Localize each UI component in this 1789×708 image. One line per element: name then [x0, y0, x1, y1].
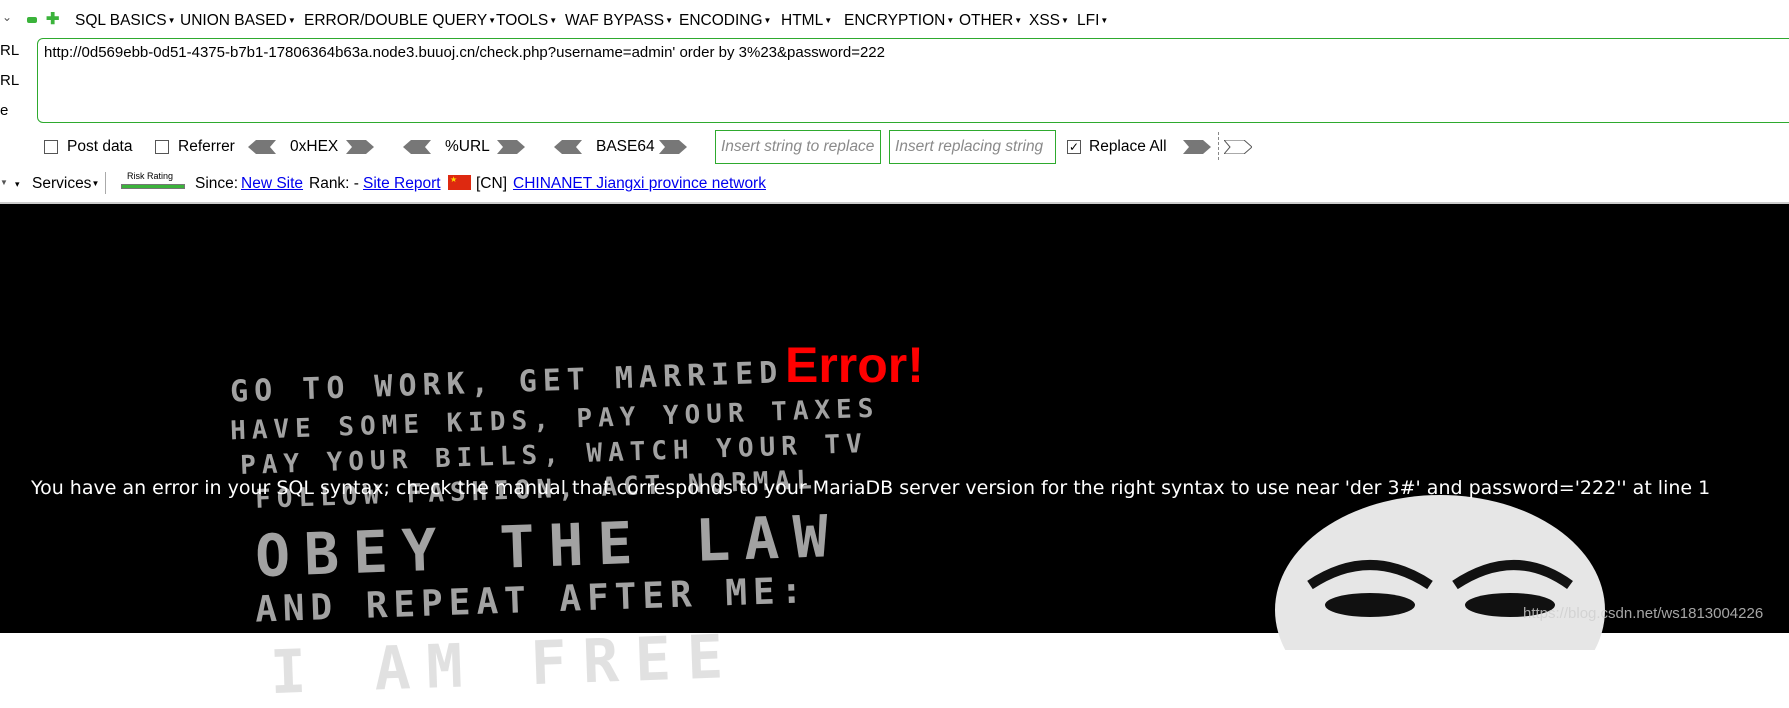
menu-other[interactable]: OTHER▼: [959, 12, 1022, 30]
menu-html[interactable]: HTML▼: [781, 12, 832, 30]
divider: [105, 172, 106, 194]
plus-icon[interactable]: ✚: [46, 12, 59, 28]
menu-label: TOOLS: [496, 12, 549, 29]
menu-label: LFI: [1077, 12, 1100, 29]
menu-encoding[interactable]: ENCODING▼: [679, 12, 771, 30]
split-url-label[interactable]: RL: [0, 72, 19, 89]
guy-fawkes-mask-image: [1275, 495, 1605, 650]
services-label: Services: [32, 175, 92, 192]
watermark: https://blog.csdn.net/ws1813004226: [1523, 605, 1764, 622]
url-value[interactable]: http://0d569ebb-0d51-4375-b7b1-17806364b…: [44, 44, 885, 61]
error-title: Error!: [785, 337, 924, 393]
caret-down-icon: ▼: [549, 16, 558, 25]
caret-down-icon: ▼: [1061, 16, 1069, 25]
caret-down-icon[interactable]: ▼: [0, 178, 8, 187]
caret-down-icon: ▼: [665, 16, 673, 25]
post-data-checkbox[interactable]: [44, 140, 58, 154]
menu-label: XSS: [1029, 12, 1061, 29]
referrer-checkbox[interactable]: [155, 140, 169, 154]
execute-label[interactable]: e: [0, 102, 8, 119]
menu-tools[interactable]: TOOLS▼: [496, 12, 557, 30]
post-data-label[interactable]: Post data: [67, 138, 133, 156]
menu-label: ERROR/DOUBLE QUERY: [304, 12, 488, 29]
menu-xss[interactable]: XSS▼: [1029, 12, 1069, 30]
replace-arrow-icon[interactable]: [1183, 140, 1211, 154]
menu-lfi[interactable]: LFI▼: [1077, 12, 1108, 30]
menu-label: ENCODING: [679, 12, 763, 29]
caret-down-icon: ▼: [763, 16, 772, 25]
replace-all-label[interactable]: Replace All: [1089, 138, 1167, 156]
risk-rating-badge[interactable]: Risk Rating: [119, 171, 185, 193]
services-menu[interactable]: Services▼: [32, 175, 99, 193]
menu-sql-basics[interactable]: SQL BASICS▼: [75, 12, 176, 30]
poster-line: I AM FREE: [268, 621, 741, 708]
caret-down-icon: ▼: [488, 16, 497, 25]
caret-down-icon: ▼: [91, 179, 100, 188]
menu-label: OTHER: [959, 12, 1014, 29]
referrer-label[interactable]: Referrer: [178, 138, 235, 156]
dropdown-arrow-icon[interactable]: ▾: [15, 179, 20, 190]
caret-down-icon: ▼: [1014, 16, 1023, 25]
menu-label: UNION BASED: [180, 12, 287, 29]
menu-waf-bypass[interactable]: WAF BYPASS▼: [565, 12, 673, 30]
load-url-label[interactable]: RL: [0, 42, 19, 59]
caret-down-icon: ▼: [824, 16, 833, 25]
toolbar-divider: [1218, 132, 1220, 160]
menu-label: SQL BASICS: [75, 12, 167, 29]
minus-icon[interactable]: [27, 17, 37, 23]
caret-down-icon: ▼: [167, 16, 176, 25]
caret-down-icon: ▼: [287, 16, 296, 25]
risk-rating-bar: [121, 184, 185, 189]
risk-rating-label: Risk Rating: [127, 171, 174, 181]
chevron-down-icon[interactable]: ⌄: [2, 10, 12, 24]
menu-encryption[interactable]: ENCRYPTION▼: [844, 12, 954, 30]
menu-label: ENCRYPTION: [844, 12, 946, 29]
background-poster-image: GO TO WORK, GET MARRIED HAVE SOME KIDS, …: [230, 130, 1060, 708]
menu-label: WAF BYPASS: [565, 12, 665, 29]
menu-error-double-query[interactable]: ERROR/DOUBLE QUERY▼: [304, 12, 496, 30]
menu-label: HTML: [781, 12, 824, 29]
replace-back-arrow-icon[interactable]: [1224, 140, 1252, 154]
hackbar-menubar: ⌄ ✚ SQL BASICS▼ UNION BASED▼ ERROR/DOUBL…: [0, 0, 1789, 42]
menu-union-based[interactable]: UNION BASED▼: [180, 12, 296, 30]
replace-all-checkbox[interactable]: ✓: [1067, 140, 1081, 154]
sql-error-message: You have an error in your SQL syntax; ch…: [31, 477, 1711, 499]
caret-down-icon: ▼: [946, 16, 955, 25]
caret-down-icon: ▼: [1100, 16, 1109, 25]
